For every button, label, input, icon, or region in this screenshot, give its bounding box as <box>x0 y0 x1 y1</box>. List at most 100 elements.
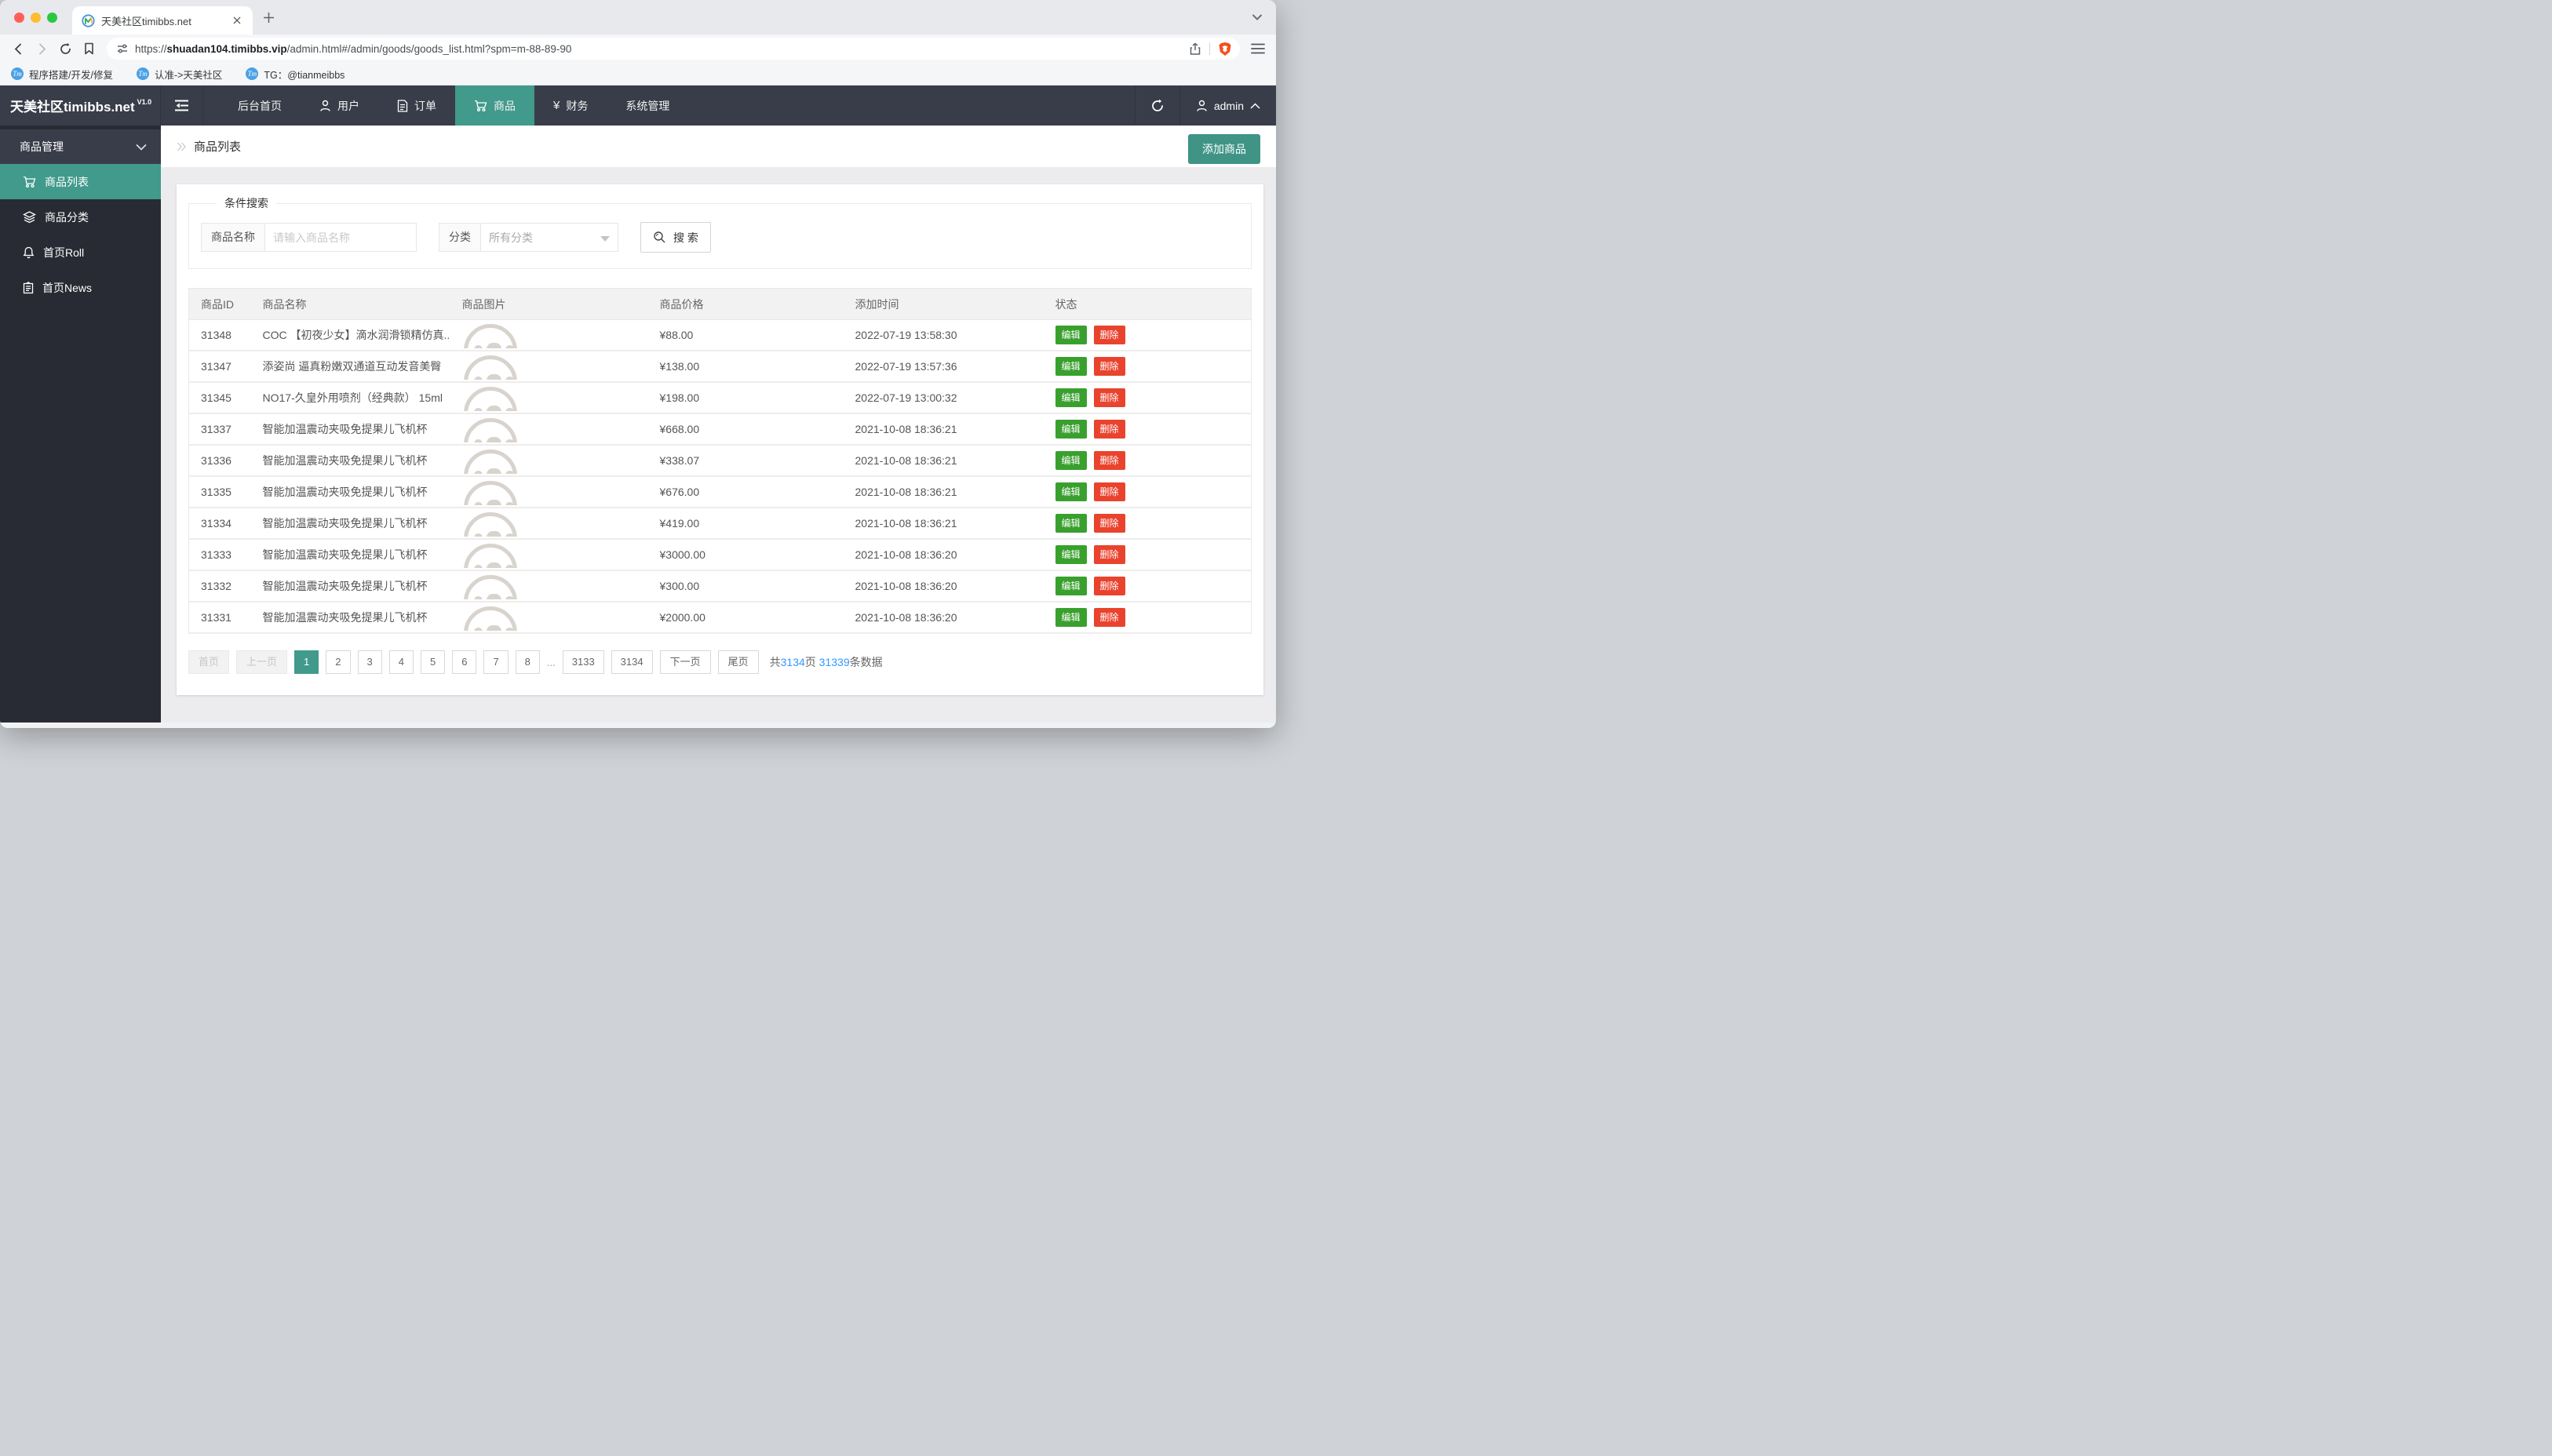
edit-button[interactable]: 编辑 <box>1055 325 1087 345</box>
sidebar-item-home-news[interactable]: 首页News <box>0 270 161 305</box>
status-cell: 编辑 删除 <box>1043 476 1252 508</box>
status-cell: 编辑 删除 <box>1043 413 1252 446</box>
page-number-button[interactable]: 8 <box>515 650 540 674</box>
app-logo[interactable]: 天美社区timibbs.net V1.0 <box>0 86 161 126</box>
edit-button[interactable]: 编辑 <box>1055 576 1087 596</box>
broken-image-icon <box>462 604 525 631</box>
table-row: 31347 添姿尚 逼真粉嫩双通道互动发音美臀 ¥138.00 2022-07-… <box>188 351 1252 383</box>
page-number-button[interactable]: 4 <box>388 650 414 674</box>
page-number-button[interactable]: 3133 <box>562 650 604 674</box>
added-time: 2021-10-08 18:36:21 <box>843 508 1044 540</box>
nav-item-finance[interactable]: ¥ 财务 <box>534 86 607 126</box>
new-tab-button[interactable] <box>262 11 275 24</box>
delete-button[interactable]: 删除 <box>1093 388 1125 408</box>
page-number-button[interactable]: 7 <box>483 650 509 674</box>
search-button[interactable]: 搜 索 <box>640 222 711 253</box>
category-select[interactable]: 所有分类 <box>481 223 618 252</box>
page-prev-button[interactable]: 上一页 <box>236 650 288 674</box>
close-window-button[interactable] <box>14 13 24 23</box>
user-menu[interactable]: admin <box>1179 86 1276 126</box>
goods-name: 智能加温震动夹吸免提果儿飞机杯 <box>250 570 450 602</box>
sidebar-item-home-roll[interactable]: 首页Roll <box>0 235 161 270</box>
bookmark-item[interactable]: Tm 程序搭建/开发/修复 <box>11 67 113 82</box>
delete-button[interactable]: 删除 <box>1093 576 1125 596</box>
goods-name: 智能加温震动夹吸免提果儿飞机杯 <box>250 476 450 508</box>
nav-label: 系统管理 <box>625 99 670 112</box>
added-time: 2021-10-08 18:36:20 <box>843 602 1044 634</box>
sidebar-item-label: 商品列表 <box>45 175 89 188</box>
forward-icon[interactable] <box>30 38 53 60</box>
browser-tab[interactable]: 天美社区timibbs.net <box>72 6 253 35</box>
refresh-icon[interactable] <box>1134 86 1179 126</box>
broken-image-icon <box>462 322 525 348</box>
edit-button[interactable]: 编辑 <box>1055 544 1087 565</box>
username: admin <box>1213 99 1244 112</box>
tab-search-chevron-icon[interactable] <box>1251 11 1263 24</box>
content-area: 条件搜索 商品名称 分类 所有分类 <box>161 167 1276 723</box>
goods-image-cell <box>450 602 648 634</box>
sidebar-item-goods-list[interactable]: 商品列表 <box>0 164 161 199</box>
page-number-button[interactable]: 6 <box>452 650 477 674</box>
reload-icon[interactable] <box>53 38 77 60</box>
page-number-button[interactable]: 5 <box>420 650 446 674</box>
bookmark-item[interactable]: Tm 认准->天美社区 <box>136 67 222 82</box>
delete-button[interactable]: 删除 <box>1093 482 1125 502</box>
delete-button[interactable]: 删除 <box>1093 544 1125 565</box>
delete-button[interactable]: 删除 <box>1093 607 1125 628</box>
url-text[interactable]: https://shuadan104.timibbs.vip/admin.htm… <box>135 43 1189 55</box>
added-time: 2021-10-08 18:36:20 <box>843 570 1044 602</box>
nav-item-users[interactable]: 用户 <box>301 86 378 126</box>
page-number-button[interactable]: 3134 <box>611 650 653 674</box>
delete-button[interactable]: 删除 <box>1093 356 1125 377</box>
page-ellipsis: ... <box>546 656 556 668</box>
delete-button[interactable]: 删除 <box>1093 450 1125 471</box>
site-settings-icon[interactable] <box>116 42 129 55</box>
share-icon[interactable] <box>1189 42 1201 56</box>
bookmark-icon[interactable] <box>77 38 100 60</box>
goods-id: 31337 <box>188 413 251 446</box>
page-last-button[interactable]: 尾页 <box>717 650 759 674</box>
goods-name: COC 【初夜少女】滴水润滑锁精仿真... <box>250 319 450 351</box>
page-number-button[interactable]: 3 <box>357 650 382 674</box>
sidebar-item-goods-categories[interactable]: 商品分类 <box>0 199 161 235</box>
nav-item-system[interactable]: 系统管理 <box>607 86 688 126</box>
main-area: 商品列表 添加商品 条件搜索 商品名称 分类 <box>161 126 1276 723</box>
nav-item-goods[interactable]: 商品 <box>455 86 534 126</box>
sidebar-item-label: 首页News <box>42 281 93 294</box>
delete-button[interactable]: 删除 <box>1093 513 1125 533</box>
status-cell: 编辑 删除 <box>1043 602 1252 634</box>
tm-favicon-icon: Tm <box>246 67 259 80</box>
minimize-window-button[interactable] <box>31 13 41 23</box>
edit-button[interactable]: 编辑 <box>1055 482 1087 502</box>
url-bar[interactable]: https://shuadan104.timibbs.vip/admin.htm… <box>107 38 1240 60</box>
zoom-window-button[interactable] <box>47 13 57 23</box>
goods-id: 31333 <box>188 539 251 571</box>
page-number-button[interactable]: 2 <box>326 650 351 674</box>
page-number-button[interactable]: 1 <box>294 650 319 674</box>
page-first-button[interactable]: 首页 <box>188 650 230 674</box>
edit-button[interactable]: 编辑 <box>1055 388 1087 408</box>
collapse-sidebar-icon[interactable] <box>161 86 203 126</box>
browser-menu-icon[interactable] <box>1248 38 1268 59</box>
edit-button[interactable]: 编辑 <box>1055 513 1087 533</box>
nav-item-orders[interactable]: 订单 <box>378 86 455 126</box>
goods-name-input[interactable] <box>265 223 417 252</box>
chevron-down-icon <box>136 144 147 151</box>
goods-name: 智能加温震动夹吸免提果儿飞机杯 <box>250 413 450 446</box>
goods-name: 智能加温震动夹吸免提果儿飞机杯 <box>250 602 450 634</box>
edit-button[interactable]: 编辑 <box>1055 450 1087 471</box>
page-next-button[interactable]: 下一页 <box>659 650 711 674</box>
delete-button[interactable]: 删除 <box>1093 325 1125 345</box>
nav-label: 财务 <box>566 99 589 112</box>
tab-close-icon[interactable] <box>231 14 243 27</box>
nav-item-dashboard[interactable]: 后台首页 <box>219 86 301 126</box>
edit-button[interactable]: 编辑 <box>1055 607 1087 628</box>
sidebar-group-goods-management[interactable]: 商品管理 <box>0 129 161 164</box>
edit-button[interactable]: 编辑 <box>1055 419 1087 439</box>
delete-button[interactable]: 删除 <box>1093 419 1125 439</box>
brave-shields-icon[interactable] <box>1218 42 1232 56</box>
bookmark-item[interactable]: Tm TG：@tianmeibbs <box>246 67 345 82</box>
edit-button[interactable]: 编辑 <box>1055 356 1087 377</box>
add-goods-button[interactable]: 添加商品 <box>1188 134 1260 164</box>
back-icon[interactable] <box>6 38 30 60</box>
